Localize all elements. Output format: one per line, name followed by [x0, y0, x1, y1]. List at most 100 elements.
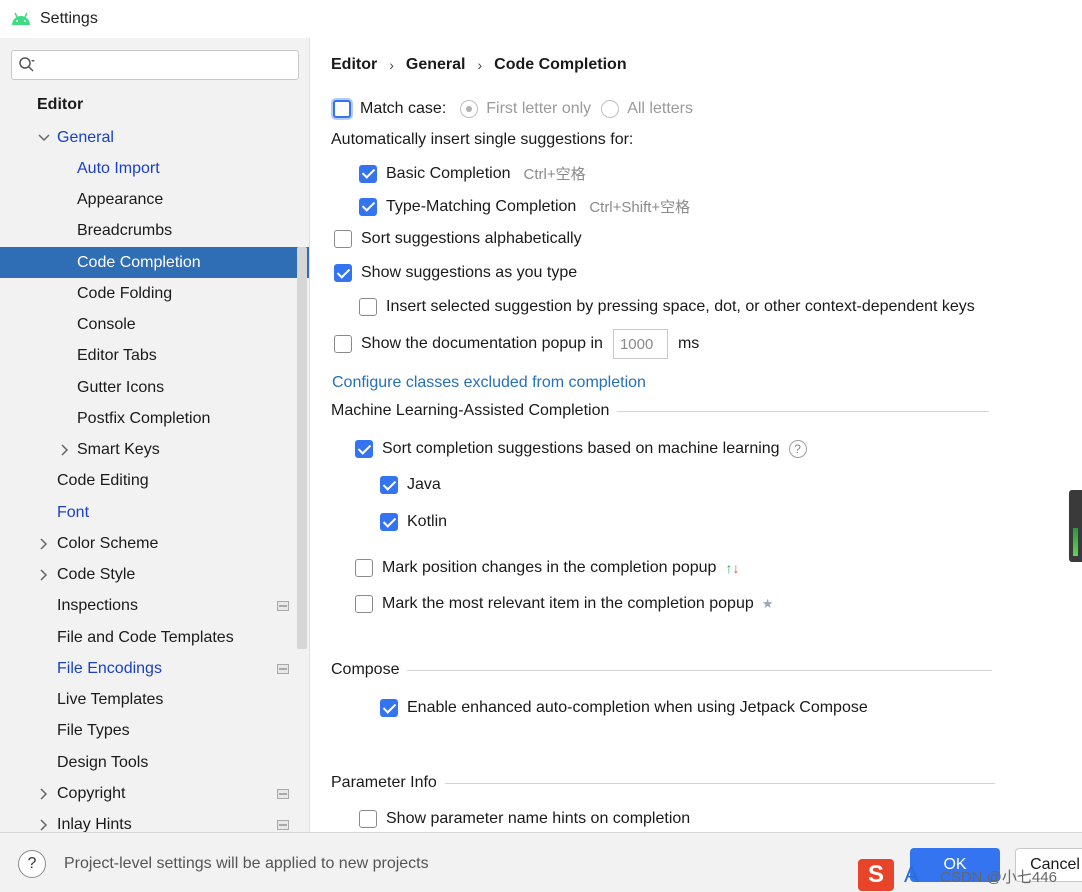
tree-item-smart-keys[interactable]: Smart Keys	[0, 434, 309, 465]
ime-logo-icon[interactable]: S	[858, 859, 894, 891]
tree-item-label: Color Scheme	[57, 534, 159, 552]
tree-item-label: Appearance	[77, 190, 164, 208]
breadcrumb-separator-icon: ›	[477, 57, 483, 73]
chevron-down-icon[interactable]	[38, 133, 50, 143]
android-icon	[12, 12, 30, 25]
match-case-label: Match case:	[360, 100, 447, 117]
chevron-right-icon[interactable]	[60, 444, 70, 456]
sort-alpha-checkbox[interactable]	[334, 230, 352, 248]
tree-item-code-folding[interactable]: Code Folding	[0, 278, 309, 309]
type-matching-checkbox[interactable]	[359, 197, 377, 216]
ime-mode-icon[interactable]: A	[904, 862, 919, 888]
mark-position-checkbox[interactable]	[355, 559, 373, 577]
basic-completion-checkbox[interactable]	[359, 164, 377, 183]
chevron-right-icon[interactable]	[39, 538, 49, 550]
tree-item-label: Design Tools	[57, 753, 149, 771]
tree-item-postfix-completion[interactable]: Postfix Completion	[0, 403, 309, 434]
chevron-right-icon[interactable]	[39, 569, 49, 581]
tree-item-label: Console	[77, 315, 136, 333]
ml-kotlin-checkbox[interactable]	[380, 513, 398, 531]
compose-section-title: Compose	[331, 661, 400, 678]
show-as-type-label: Show suggestions as you type	[361, 264, 578, 281]
tree-item-editor[interactable]: Editor	[0, 89, 309, 120]
tree-item-live-templates[interactable]: Live Templates	[0, 684, 309, 715]
mark-relevant-row: Mark the most relevant item in the compl…	[355, 595, 773, 613]
show-as-type-checkbox[interactable]	[334, 264, 352, 282]
breadcrumb-item[interactable]: Editor	[331, 56, 377, 74]
tree-item-label: Editor Tabs	[77, 346, 157, 364]
tree-item-file-types[interactable]: File Types	[0, 715, 309, 746]
configure-excluded-link[interactable]: Configure classes excluded from completi…	[332, 374, 646, 392]
tree-item-font[interactable]: Font	[0, 497, 309, 528]
chevron-right-icon[interactable]	[39, 788, 49, 800]
tree-item-label: Live Templates	[57, 690, 164, 708]
mark-position-row: Mark position changes in the completion …	[355, 559, 739, 577]
tree-item-general[interactable]: General	[0, 122, 309, 153]
ml-java-checkbox[interactable]	[380, 476, 398, 494]
first-letter-label: First letter only	[486, 100, 592, 117]
param-hints-checkbox[interactable]	[359, 810, 377, 828]
insert-selected-label: Insert selected suggestion by pressing s…	[386, 298, 975, 315]
type-matching-row: Type-Matching Completion Ctrl+Shift+空格	[359, 196, 690, 217]
tree-item-copyright[interactable]: Copyright	[0, 778, 309, 809]
compose-enhanced-checkbox[interactable]	[380, 699, 398, 717]
help-icon[interactable]: ?	[788, 440, 807, 458]
tree-item-label: Font	[57, 503, 90, 521]
ml-sort-checkbox[interactable]	[355, 440, 373, 458]
tree-item-appearance[interactable]: Appearance	[0, 184, 309, 215]
project-scope-icon	[277, 663, 289, 674]
tree-item-breadcrumbs[interactable]: Breadcrumbs	[0, 215, 309, 246]
tree-item-label: Code Style	[57, 565, 136, 583]
sidebar-scrollbar[interactable]	[297, 247, 307, 649]
all-letters-radio[interactable]	[601, 100, 620, 118]
tree-item-code-editing[interactable]: Code Editing	[0, 465, 309, 496]
type-matching-label: Type-Matching Completion	[386, 197, 577, 215]
breadcrumb-item[interactable]: General	[406, 56, 466, 74]
tree-item-auto-import[interactable]: Auto Import	[0, 153, 309, 184]
doc-popup-delay-field[interactable]: 1000	[612, 329, 668, 359]
tree-item-editor-tabs[interactable]: Editor Tabs	[0, 340, 309, 371]
tree-item-label: Copyright	[57, 784, 126, 802]
tree-item-label: File and Code Templates	[57, 628, 234, 646]
tree-item-label: Editor	[37, 95, 84, 113]
tree-item-file-code-templates[interactable]: File and Code Templates	[0, 622, 309, 653]
match-case-checkbox[interactable]	[333, 100, 351, 118]
search-icon[interactable]	[18, 56, 36, 74]
breadcrumb-item: Code Completion	[494, 56, 627, 73]
position-change-arrows-icon: ↑↓	[725, 560, 740, 576]
tree-item-inspections[interactable]: Inspections	[0, 590, 309, 621]
tree-item-inlay-hints[interactable]: Inlay Hints	[0, 809, 309, 832]
tree-item-label: Auto Import	[77, 159, 160, 177]
compose-section-header: Compose	[331, 661, 993, 679]
param-section-title: Parameter Info	[331, 774, 437, 791]
settings-content: Editor › General › Code Completion Match…	[311, 38, 1082, 832]
mark-relevant-checkbox[interactable]	[355, 595, 373, 613]
search-input[interactable]	[40, 52, 298, 78]
basic-completion-shortcut: Ctrl+空格	[523, 166, 586, 183]
help-button[interactable]: ?	[18, 850, 46, 878]
first-letter-radio[interactable]	[460, 100, 479, 118]
tree-item-code-completion[interactable]: Code Completion	[0, 247, 309, 278]
breadcrumb-separator-icon: ›	[389, 57, 394, 73]
tree-item-label: File Encodings	[57, 659, 162, 677]
tree-item-gutter-icons[interactable]: Gutter Icons	[0, 372, 309, 403]
compose-enhanced-label: Enable enhanced auto-completion when usi…	[407, 699, 868, 716]
tree-item-color-scheme[interactable]: Color Scheme	[0, 528, 309, 559]
tree-item-label: Code Completion	[77, 253, 201, 271]
doc-popup-checkbox[interactable]	[334, 335, 352, 353]
watermark: CSDN @小七446	[940, 869, 1057, 886]
tree-item-console[interactable]: Console	[0, 309, 309, 340]
ml-sort-label: Sort completion suggestions based on mac…	[382, 440, 780, 457]
section-divider	[617, 410, 990, 412]
insert-selected-checkbox[interactable]	[359, 298, 377, 316]
tree-item-label: Code Folding	[77, 284, 173, 302]
tree-item-label: General	[57, 128, 114, 146]
chevron-right-icon[interactable]	[39, 819, 49, 831]
ml-section-title: Machine Learning-Assisted Completion	[331, 402, 610, 419]
all-letters-label: All letters	[627, 100, 693, 117]
tree-item-code-style[interactable]: Code Style	[0, 559, 309, 590]
search-box[interactable]	[11, 50, 299, 80]
tree-item-file-encodings[interactable]: File Encodings	[0, 653, 309, 684]
tree-item-design-tools[interactable]: Design Tools	[0, 747, 309, 778]
auto-insert-heading-text: Automatically insert single suggestions …	[331, 131, 634, 148]
